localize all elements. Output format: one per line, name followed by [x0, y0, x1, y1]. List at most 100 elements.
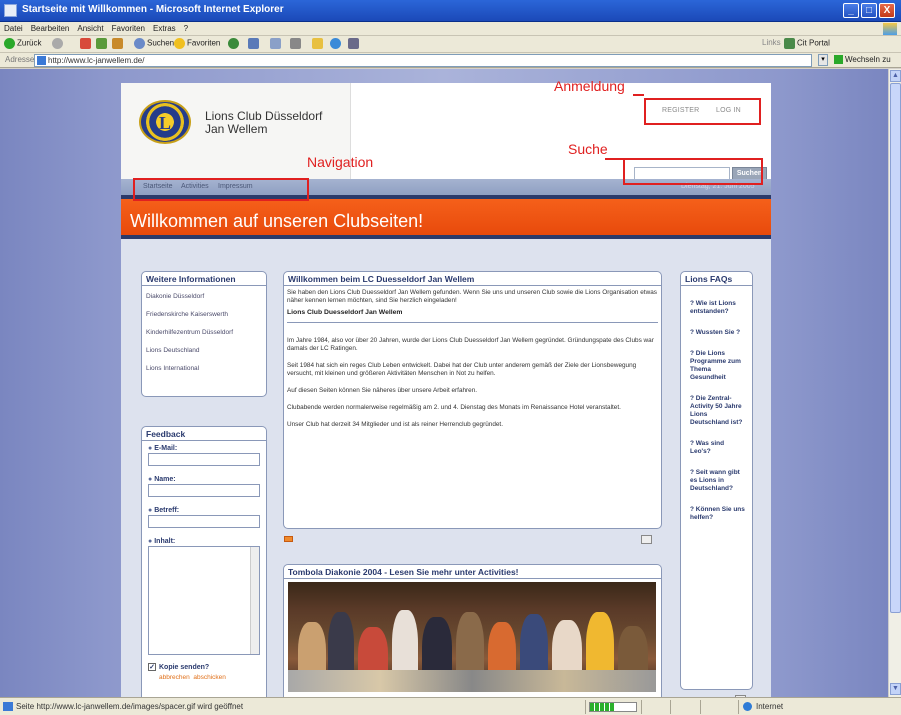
callout-line	[605, 158, 623, 160]
home-icon[interactable]	[112, 38, 125, 49]
email-field[interactable]	[148, 453, 260, 466]
callout-suche-label: Suche	[568, 141, 608, 157]
faq-item[interactable]: ? Die Lions Programme zum Thema Gesundhe…	[681, 350, 752, 382]
lions-logo-icon[interactable]: L	[139, 100, 191, 144]
folder-icon[interactable]	[312, 38, 325, 49]
refresh-icon[interactable]	[96, 38, 109, 49]
window-title: Startseite mit Willkommen - Microsoft In…	[22, 4, 284, 15]
scroll-up-icon[interactable]: ▲	[890, 70, 901, 82]
welcome-title: Willkommen beim LC Duesseldorf Jan Welle…	[284, 272, 661, 286]
email-label: E-Mail:	[142, 441, 266, 453]
link-lions-international[interactable]: Lions International	[142, 360, 266, 378]
menu-bearbeiten[interactable]: Bearbeiten	[27, 22, 74, 33]
close-button[interactable]: X	[879, 3, 895, 18]
messenger-icon[interactable]	[330, 38, 343, 49]
more-info-box: Weitere Informationen Diakonie Düsseldor…	[141, 271, 267, 397]
callout-navigation-label: Navigation	[307, 154, 374, 170]
faq-item[interactable]: ? Seit wann gibt es Lions in Deutschland…	[681, 469, 752, 493]
search-icon	[134, 38, 145, 49]
welcome-box: Willkommen beim LC Duesseldorf Jan Welle…	[283, 271, 662, 529]
faq-item[interactable]: ? Wie ist Lions entstanden?	[681, 300, 752, 316]
page-icon	[784, 38, 795, 49]
security-zone: Internet	[743, 702, 783, 711]
maximize-button[interactable]: □	[861, 3, 877, 18]
website: L Lions Club Düsseldorf Jan Wellem REGIST…	[121, 78, 771, 697]
back-button[interactable]: Zurück	[4, 38, 41, 49]
paragraph: Seit 1984 hat sich ein reges Club Leben …	[287, 362, 637, 377]
status-bar: Seite http://www.lc-janwellem.de/images/…	[0, 697, 901, 715]
mail-icon[interactable]	[270, 38, 283, 49]
status-text: Seite http://www.lc-janwellem.de/images/…	[16, 702, 244, 711]
paragraph: Unser Club hat derzeit 34 Mitglieder und…	[287, 421, 503, 428]
links-label: Links	[762, 38, 781, 47]
search-button[interactable]: Suchen	[134, 38, 174, 49]
menu-datei[interactable]: Datei	[0, 22, 27, 33]
faq-item[interactable]: ? Können Sie uns helfen?	[681, 506, 752, 522]
submit-link[interactable]: abbrechen	[159, 674, 190, 681]
menu-bar: Datei Bearbeiten Ansicht Favoriten Extra…	[0, 22, 901, 36]
print-icon[interactable]	[641, 535, 652, 544]
link-lions-deutschland[interactable]: Lions Deutschland	[142, 342, 266, 360]
mail-icon[interactable]	[284, 536, 293, 542]
callout-navigation-box	[133, 178, 309, 201]
callout-anmeldung-label: Anmeldung	[554, 78, 625, 94]
cancel-link[interactable]: abschicken	[193, 674, 226, 681]
more-info-title: Weitere Informationen	[142, 272, 266, 286]
menu-favoriten[interactable]: Favoriten	[108, 22, 149, 33]
menu-extras[interactable]: Extras	[149, 22, 180, 33]
faq-title: Lions FAQs	[681, 272, 752, 286]
faq-item[interactable]: ? Was sind Leo's?	[681, 440, 752, 456]
link-diakonie[interactable]: Diakonie Düsseldorf	[142, 288, 266, 306]
dropdown-arrow-icon[interactable]: ▾	[818, 54, 828, 66]
callout-suche-box	[623, 158, 763, 185]
intro-text: Sie haben den Lions Club Duesseldorf Jan…	[287, 289, 657, 304]
menu-help[interactable]: ?	[180, 22, 192, 33]
favorites-button[interactable]: Favoriten	[174, 38, 220, 49]
title-bar: Startseite mit Willkommen - Microsoft In…	[0, 0, 901, 22]
tools-icon[interactable]	[348, 38, 361, 49]
minimize-button[interactable]: _	[843, 3, 859, 18]
page-loading-icon	[3, 702, 13, 711]
club-name: Lions Club Düsseldorf Jan Wellem	[205, 109, 323, 136]
callout-anmeldung-box	[644, 98, 761, 125]
paragraph: Clubabende werden normalerweise regelmäß…	[287, 404, 621, 411]
print-icon[interactable]	[290, 38, 303, 49]
checkbox-icon[interactable]: ✓	[148, 663, 156, 671]
faq-item[interactable]: ? Wussten Sie ?	[681, 329, 752, 337]
ie-icon	[4, 4, 17, 17]
content-area: Weitere Informationen Diakonie Düsseldor…	[121, 239, 771, 697]
links-cit-portal[interactable]: Cit Portal	[784, 38, 830, 49]
feedback-box: Feedback E-Mail: Name: Betreff: Inhalt: …	[141, 426, 267, 697]
address-label: Adresse	[5, 55, 35, 64]
scroll-thumb[interactable]	[890, 83, 901, 613]
vertical-scrollbar[interactable]: ▲ ▼	[888, 69, 901, 697]
name-label: Name:	[142, 466, 266, 484]
media-icon[interactable]	[228, 38, 241, 49]
scroll-down-icon[interactable]: ▼	[890, 683, 901, 695]
name-field[interactable]	[148, 484, 260, 497]
faq-item[interactable]: ? Die Zentral-Activity 50 Jahre Lions De…	[681, 395, 752, 427]
paragraph: Auf diesen Seiten können Sie näheres übe…	[287, 387, 478, 394]
subject-field[interactable]	[148, 515, 260, 528]
address-input[interactable]: http://www.lc-janwellem.de/	[34, 54, 812, 67]
callout-line	[633, 94, 644, 96]
go-button[interactable]: Wechseln zu	[834, 55, 891, 65]
progress-bar	[589, 702, 637, 712]
subject-label: Betreff:	[142, 497, 266, 515]
tombola-photo	[288, 582, 656, 692]
star-icon	[174, 38, 185, 49]
menu-ansicht[interactable]: Ansicht	[73, 22, 107, 33]
paragraph: Im Jahre 1984, also vor über 20 Jahren, …	[287, 337, 654, 352]
stop-icon[interactable]	[80, 38, 93, 49]
content-label: Inhalt:	[142, 528, 266, 546]
link-friedenskirche[interactable]: Friedenskirche Kaiserswerth	[142, 306, 266, 324]
browser-window: Startseite mit Willkommen - Microsoft In…	[0, 0, 901, 715]
content-textarea[interactable]	[148, 546, 260, 655]
banner-title: Willkommen auf unseren Clubseiten!	[130, 211, 424, 231]
forward-icon[interactable]	[52, 38, 65, 49]
link-kinderhilfezentrum[interactable]: Kinderhilfezentrum Düsseldorf	[142, 324, 266, 342]
copy-checkbox[interactable]: ✓ Kopie senden?	[142, 655, 266, 673]
history-icon[interactable]	[248, 38, 261, 49]
club-subtitle: Lions Club Duesseldorf Jan Wellem	[287, 309, 403, 316]
go-arrow-icon	[834, 55, 843, 65]
